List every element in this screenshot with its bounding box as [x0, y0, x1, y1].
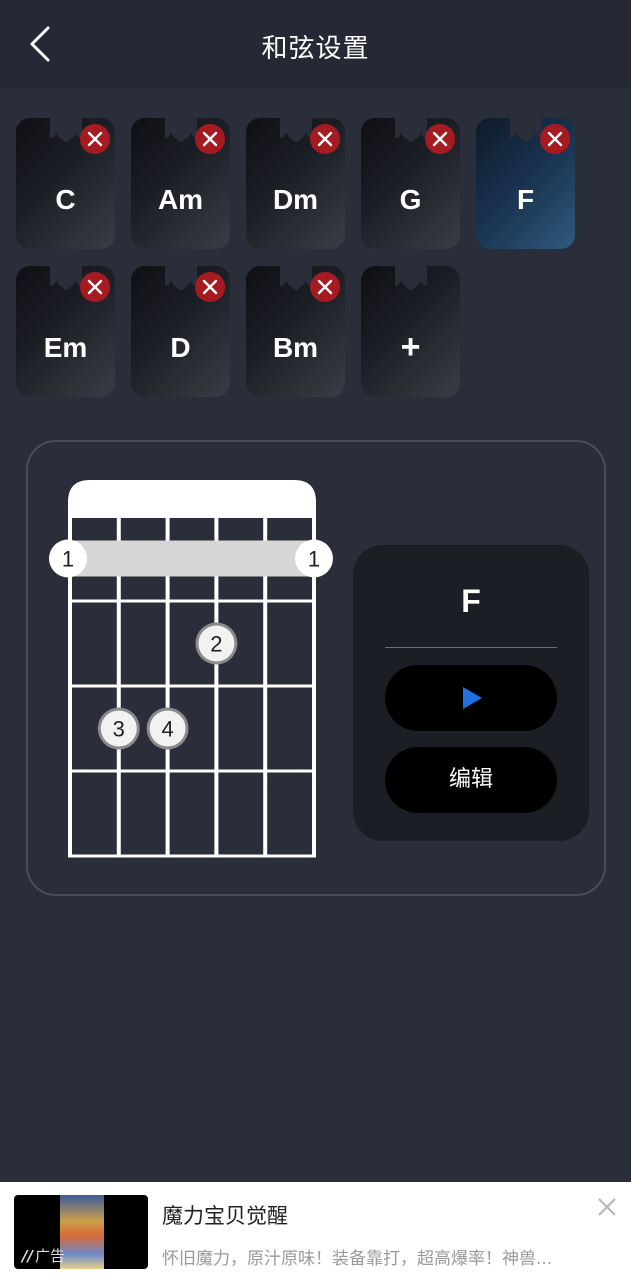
- tile-notch: [171, 260, 191, 290]
- close-icon: [202, 279, 218, 295]
- close-icon: [317, 279, 333, 295]
- tile-notch: [401, 260, 421, 290]
- selected-chord-name: F: [461, 583, 481, 619]
- chord-tile-label: Em: [43, 332, 88, 363]
- play-button[interactable]: [385, 665, 557, 731]
- fretboard-nut: [68, 480, 316, 518]
- delete-chord-button[interactable]: [540, 124, 570, 154]
- close-icon: [317, 131, 333, 147]
- chord-tile-label: Bm: [272, 332, 319, 363]
- page-title: 和弦设置: [261, 34, 370, 64]
- delete-chord-button[interactable]: [425, 124, 455, 154]
- ad-description: 怀旧魔力，原汁原味！装备靠打，超高爆率！神兽...: [162, 1249, 553, 1269]
- tile-notch: [421, 266, 427, 286]
- plus-icon: +: [400, 328, 421, 366]
- chord-tile-label: G: [399, 184, 422, 215]
- add-chord-button[interactable]: +: [361, 260, 460, 397]
- edit-button[interactable]: 编辑: [385, 747, 557, 813]
- close-icon: [547, 131, 563, 147]
- chord-tile-label: Am: [157, 184, 204, 215]
- top-bar: 和弦设置: [0, 0, 631, 88]
- finger-number: 4: [161, 717, 173, 742]
- finger-number: 2: [210, 632, 222, 657]
- chord-fretboard: 1 1 2 3 4: [49, 480, 333, 858]
- tile-notch: [286, 112, 306, 142]
- delete-chord-button[interactable]: [195, 124, 225, 154]
- close-icon: [202, 131, 218, 147]
- delete-chord-button[interactable]: [80, 124, 110, 154]
- chord-tile-label: F: [516, 184, 535, 215]
- chord-tile-label: Dm: [272, 184, 319, 215]
- chord-tile-am[interactable]: Am: [131, 112, 230, 249]
- tile-notch: [516, 112, 536, 142]
- delete-chord-button[interactable]: [195, 272, 225, 302]
- delete-chord-button[interactable]: [310, 124, 340, 154]
- chord-tile-label: D: [170, 332, 191, 363]
- chord-tile-em[interactable]: Em: [16, 260, 115, 397]
- ad-close-button[interactable]: [596, 1196, 618, 1218]
- ad-banner[interactable]: //广告 魔力宝贝觉醒 怀旧魔力，原汁原味！装备靠打，超高爆率！神兽...: [0, 1182, 631, 1280]
- tile-notch: [401, 112, 421, 142]
- chord-tile-label: C: [55, 184, 76, 215]
- chord-tile-g[interactable]: G: [361, 112, 460, 249]
- ad-label: //广告: [22, 1247, 65, 1265]
- finger-number: 3: [113, 717, 125, 742]
- chord-tile-dm[interactable]: Dm: [246, 112, 345, 249]
- chord-tile-f[interactable]: F: [476, 112, 575, 249]
- chord-info-panel: F 编辑: [353, 545, 589, 841]
- close-icon: [598, 1198, 616, 1216]
- chord-tile-d[interactable]: D: [131, 260, 230, 397]
- ad-logo-icon: //: [22, 1247, 33, 1265]
- ad-title: 魔力宝贝觉醒: [162, 1204, 288, 1228]
- tile-notch: [56, 112, 76, 142]
- tile-notch: [286, 260, 306, 290]
- ad-thumbnail[interactable]: //广告: [14, 1195, 148, 1269]
- tile-notch: [171, 112, 191, 142]
- barre-bar: [70, 540, 314, 577]
- tile-notch: [56, 260, 76, 290]
- delete-chord-button[interactable]: [310, 272, 340, 302]
- chord-tile-c[interactable]: C: [16, 112, 115, 249]
- chord-tile-bm[interactable]: Bm: [246, 260, 345, 397]
- close-icon: [87, 279, 103, 295]
- play-icon: [463, 687, 482, 709]
- divider: [385, 647, 557, 648]
- chord-grid: C Am Dm G F Em D Bm +: [16, 112, 616, 398]
- close-icon: [432, 131, 448, 147]
- barre-finger-label: 1: [308, 547, 320, 572]
- delete-chord-button[interactable]: [80, 272, 110, 302]
- barre-finger-label: 1: [62, 547, 74, 572]
- close-icon: [87, 131, 103, 147]
